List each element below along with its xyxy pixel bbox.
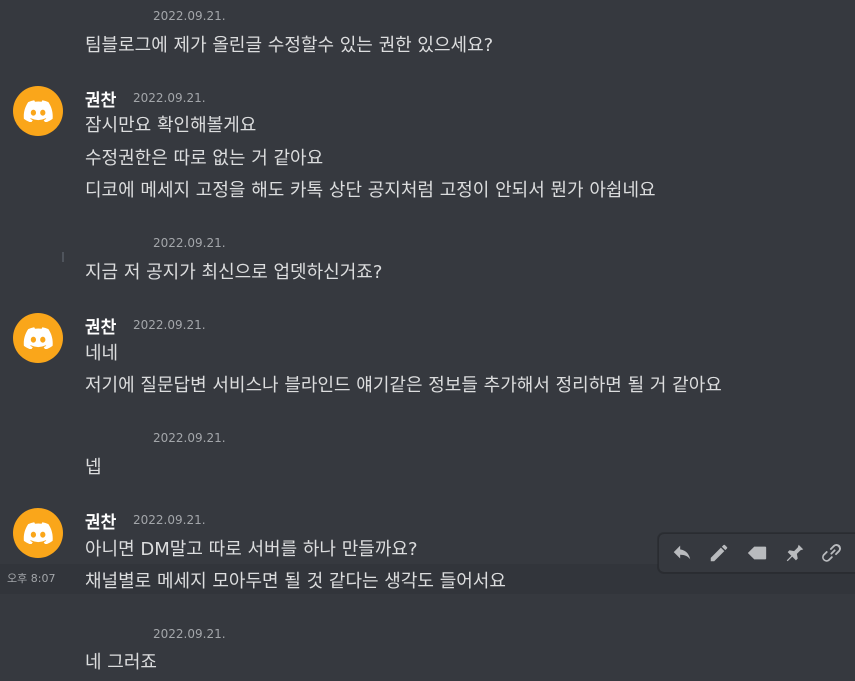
message-text[interactable]: 네 그러죠 (85, 648, 157, 674)
message-timestamp: 2022.09.21. (153, 9, 226, 23)
message-text[interactable]: 지금 저 공지가 최신으로 업뎃하신거죠? (85, 258, 382, 284)
message-text[interactable]: 네네 (85, 339, 118, 365)
message-timestamp: 2022.09.21. (153, 431, 226, 445)
discord-logo-icon (23, 327, 53, 349)
message-timestamp: 2022.09.21. (153, 236, 226, 250)
link-icon (822, 543, 842, 562)
message-text[interactable]: 넵 (85, 453, 102, 479)
message-timestamp: 2022.09.21. (133, 91, 206, 105)
discord-logo-icon (23, 100, 53, 122)
message-timestamp: 2022.09.21. (153, 627, 226, 641)
tag-icon (747, 546, 767, 560)
message-timestamp: 2022.09.21. (133, 318, 206, 332)
edit-icon (711, 544, 728, 562)
author-name[interactable]: 권찬 (85, 86, 116, 111)
divider-tick (62, 252, 64, 262)
copy-link-button[interactable] (819, 540, 845, 566)
avatar[interactable] (13, 508, 63, 558)
message-text[interactable]: 아니면 DM말고 따로 서버를 하나 만들까요? (85, 535, 418, 561)
message-text[interactable]: 저기에 질문답변 서비스나 블라인드 얘기같은 정보들 추가해서 정리하면 될 … (85, 371, 722, 397)
discord-logo-icon (23, 522, 53, 544)
message-actions-toolbar (658, 533, 855, 573)
pin-icon (786, 544, 803, 562)
message-text[interactable]: 수정권한은 따로 없는 거 같아요 (85, 144, 323, 170)
message-timestamp: 2022.09.21. (133, 513, 206, 527)
avatar[interactable] (13, 86, 63, 136)
pin-button[interactable] (782, 540, 808, 566)
message-text[interactable]: 잠시만요 확인해볼게요 (85, 111, 256, 137)
avatar[interactable] (13, 313, 63, 363)
reply-icon (673, 545, 691, 560)
author-name[interactable]: 권찬 (85, 313, 116, 338)
author-name[interactable]: 권찬 (85, 508, 116, 533)
reply-button[interactable] (669, 540, 695, 566)
message-text[interactable]: 디코에 메세지 고정을 해도 카톡 상단 공지처럼 고정이 안되서 뭔가 아쉽네… (85, 176, 656, 202)
tag-button[interactable] (744, 540, 770, 566)
message-text[interactable]: 채널별로 메세지 모아두면 될 것 같다는 생각도 들어서요 (85, 567, 506, 593)
edit-button[interactable] (706, 540, 732, 566)
hover-timestamp: 오후 8:07 (7, 572, 56, 585)
message-text[interactable]: 팀블로그에 제가 올린글 수정할수 있는 권한 있으세요? (85, 31, 493, 57)
